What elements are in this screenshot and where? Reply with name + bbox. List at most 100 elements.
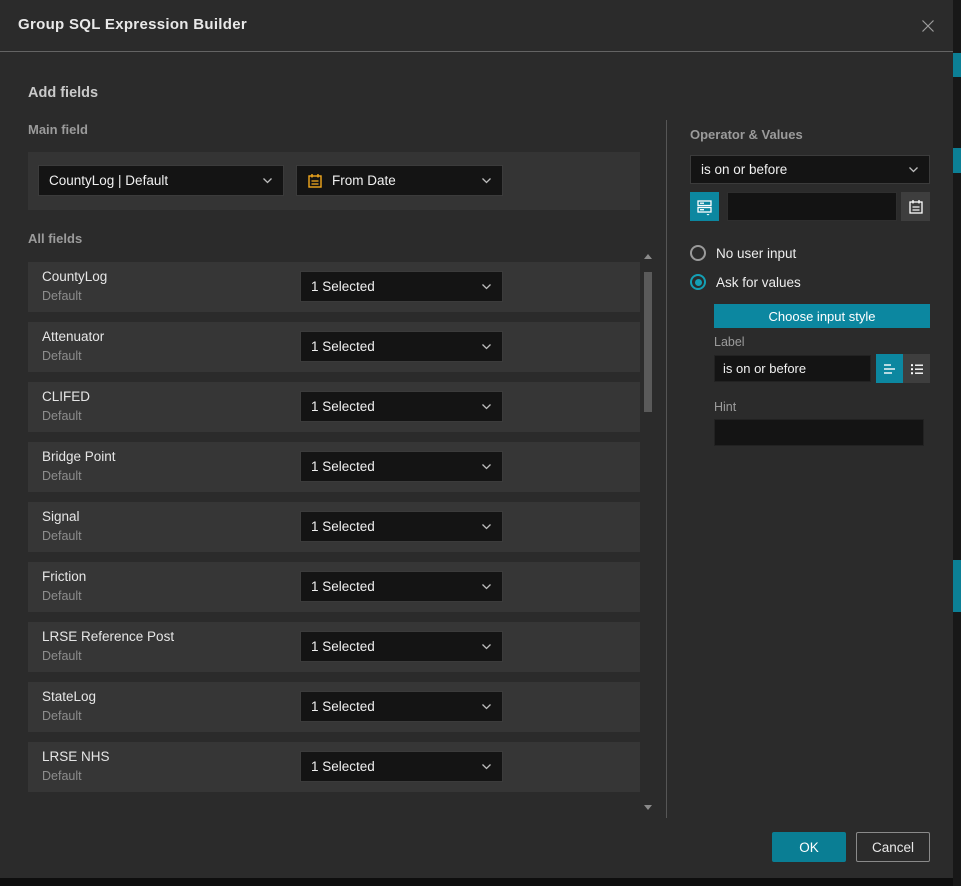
layer-select-value: CountyLog | Default <box>49 173 168 188</box>
input-style-list-button[interactable] <box>903 354 930 383</box>
field-name: CountyLog <box>42 269 107 284</box>
label-field-label: Label <box>714 335 745 349</box>
main-field-box: CountyLog | Default From Date <box>28 152 640 210</box>
main-field-select-value: From Date <box>332 173 396 188</box>
scrollbar-down-arrow-icon[interactable] <box>644 805 652 810</box>
ok-button[interactable]: OK <box>772 832 846 862</box>
field-sublabel: Default <box>42 409 82 423</box>
field-sublabel: Default <box>42 589 82 603</box>
operator-select[interactable]: is on or before <box>690 155 930 184</box>
background-accent-fragment <box>953 560 961 612</box>
field-row: CLIFED Default 1 Selected <box>28 382 640 432</box>
all-fields-label: All fields <box>28 231 82 246</box>
field-values-select[interactable]: 1 Selected <box>300 751 503 782</box>
align-left-lines-icon <box>882 361 898 377</box>
field-name: StateLog <box>42 689 96 704</box>
field-name: CLIFED <box>42 389 90 404</box>
field-values-select-value: 1 Selected <box>311 699 375 714</box>
field-values-select[interactable]: 1 Selected <box>300 691 503 722</box>
field-values-select-value: 1 Selected <box>311 459 375 474</box>
scrollbar-thumb[interactable] <box>644 272 652 412</box>
field-name: Signal <box>42 509 80 524</box>
label-input[interactable] <box>714 355 871 382</box>
input-style-single-button[interactable] <box>876 354 903 383</box>
radio-no-user-input[interactable]: No user input <box>690 245 796 261</box>
calendar-icon <box>908 199 924 215</box>
value-input-type-button[interactable] <box>690 192 719 221</box>
close-button[interactable] <box>915 13 941 39</box>
chevron-down-icon <box>481 523 492 530</box>
field-sublabel: Default <box>42 529 82 543</box>
field-name: LRSE Reference Post <box>42 629 174 644</box>
hint-input[interactable] <box>714 419 924 446</box>
radio-selected-icon <box>690 274 706 290</box>
chevron-down-icon <box>481 403 492 410</box>
operator-values-label: Operator & Values <box>690 127 803 142</box>
field-values-select[interactable]: 1 Selected <box>300 271 503 302</box>
field-name: Bridge Point <box>42 449 116 464</box>
cancel-button[interactable]: Cancel <box>856 832 930 862</box>
field-values-select-value: 1 Selected <box>311 339 375 354</box>
field-row: Attenuator Default 1 Selected <box>28 322 640 372</box>
hint-field-label: Hint <box>714 400 736 414</box>
field-name: LRSE NHS <box>42 749 110 764</box>
field-sublabel: Default <box>42 349 82 363</box>
background-edge-strip <box>953 0 961 886</box>
operator-select-value: is on or before <box>701 162 787 177</box>
field-sublabel: Default <box>42 649 82 663</box>
field-row: LRSE NHS Default 1 Selected <box>28 742 640 792</box>
choose-input-style-button[interactable]: Choose input style <box>714 304 930 328</box>
vertical-divider <box>666 120 667 818</box>
field-values-select[interactable]: 1 Selected <box>300 571 503 602</box>
field-values-select[interactable]: 1 Selected <box>300 391 503 422</box>
chevron-down-icon <box>481 703 492 710</box>
dialog-header: Group SQL Expression Builder <box>0 0 953 52</box>
field-values-select-value: 1 Selected <box>311 759 375 774</box>
bulleted-list-icon <box>909 361 925 377</box>
radio-circle-icon <box>690 245 706 261</box>
field-row: Friction Default 1 Selected <box>28 562 640 612</box>
layer-select[interactable]: CountyLog | Default <box>38 165 284 196</box>
chevron-down-icon <box>481 283 492 290</box>
date-picker-button[interactable] <box>901 192 930 221</box>
field-sublabel: Default <box>42 469 82 483</box>
list-scrollbar[interactable] <box>644 254 652 810</box>
background-accent-fragment <box>953 148 961 173</box>
field-row: StateLog Default 1 Selected <box>28 682 640 732</box>
close-icon <box>920 18 936 34</box>
radio-no-user-input-label: No user input <box>716 246 796 261</box>
chevron-down-icon <box>481 763 492 770</box>
field-values-select-value: 1 Selected <box>311 399 375 414</box>
field-values-select-value: 1 Selected <box>311 639 375 654</box>
scrollbar-up-arrow-icon[interactable] <box>644 254 652 259</box>
chevron-down-icon <box>262 177 273 184</box>
field-values-select[interactable]: 1 Selected <box>300 451 503 482</box>
field-values-select-value: 1 Selected <box>311 579 375 594</box>
dialog-title: Group SQL Expression Builder <box>18 16 247 33</box>
add-fields-title: Add fields <box>28 85 98 101</box>
chevron-down-icon <box>481 583 492 590</box>
field-values-select[interactable]: 1 Selected <box>300 331 503 362</box>
chevron-down-icon <box>908 166 919 173</box>
field-row: CountyLog Default 1 Selected <box>28 262 640 312</box>
field-values-select[interactable]: 1 Selected <box>300 631 503 662</box>
field-values-select[interactable]: 1 Selected <box>300 511 503 542</box>
calendar-icon <box>307 173 323 189</box>
field-name: Attenuator <box>42 329 104 344</box>
group-sql-expression-builder-dialog: Group SQL Expression Builder Add fields … <box>0 0 953 878</box>
field-sublabel: Default <box>42 709 82 723</box>
main-field-select[interactable]: From Date <box>296 165 503 196</box>
radio-ask-for-values-label: Ask for values <box>716 275 801 290</box>
background-accent-fragment <box>953 53 961 77</box>
field-sublabel: Default <box>42 769 82 783</box>
radio-ask-for-values[interactable]: Ask for values <box>690 274 801 290</box>
chevron-down-icon <box>481 643 492 650</box>
field-sublabel: Default <box>42 289 82 303</box>
field-name: Friction <box>42 569 86 584</box>
field-row: LRSE Reference Post Default 1 Selected <box>28 622 640 672</box>
chevron-down-icon <box>481 343 492 350</box>
value-input[interactable] <box>727 192 897 221</box>
field-values-select-value: 1 Selected <box>311 279 375 294</box>
stacked-input-rows-icon <box>696 198 714 216</box>
field-values-select-value: 1 Selected <box>311 519 375 534</box>
